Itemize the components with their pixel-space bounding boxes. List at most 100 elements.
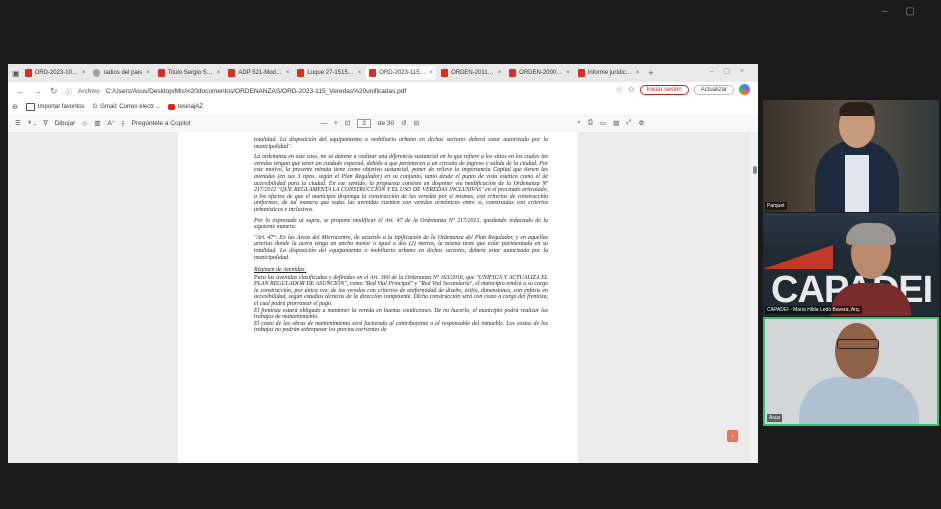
hair — [846, 223, 896, 245]
erase-icon[interactable]: ◇ — [82, 119, 87, 127]
person-body — [799, 377, 919, 424]
copilot-button[interactable]: Pregúntele a Copilot — [132, 120, 191, 127]
close-icon[interactable]: × — [286, 70, 290, 76]
video-tile[interactable]: Parquet — [763, 100, 939, 212]
save-as-icon[interactable]: ▨ — [613, 119, 619, 127]
close-icon[interactable]: × — [430, 70, 434, 76]
close-icon[interactable]: × — [217, 70, 221, 76]
draw-button[interactable]: Dibujar — [55, 120, 76, 127]
pdf-icon — [369, 69, 377, 77]
browser-window-controls[interactable]: –▢× — [709, 67, 754, 75]
page-number-input[interactable]: 3 — [357, 118, 371, 128]
tab-label: ORD-2023-115… — [379, 70, 426, 76]
zoom-in-icon[interactable]: + — [334, 120, 338, 127]
fit-page-icon[interactable]: ⊡ — [345, 119, 350, 127]
close-icon[interactable]: × — [566, 70, 570, 76]
window-controls[interactable]: –▢ — [882, 6, 933, 17]
google-icon: G — [92, 104, 98, 110]
favorite-item[interactable]: tesinajAZ — [167, 104, 203, 110]
gear-icon[interactable]: ⚙ — [638, 119, 644, 127]
favorites-bar: ⊖ Importar favoritos G Gmail: Correo elec… — [8, 100, 758, 115]
glasses-icon — [837, 339, 879, 349]
browser-window: ▣ ORD-2023-10… × radios del pais × Titulo … — [8, 64, 758, 463]
tab-actions-icon[interactable]: ▣ — [12, 69, 20, 78]
tab[interactable]: Titulo Sergio S… × — [155, 66, 224, 80]
scroll-thumb[interactable] — [753, 166, 757, 174]
pdf-icon — [24, 69, 32, 77]
participant-name: Asus — [767, 414, 783, 422]
paragraph: totalidad. La disposición del equipamien… — [254, 137, 548, 150]
save-icon[interactable]: ▭ — [600, 119, 606, 127]
favorite-item[interactable]: G Gmail: Correo electr… — [93, 104, 160, 110]
page-text: totalidad. La disposición del equipamien… — [178, 132, 578, 334]
copilot-icon[interactable] — [739, 84, 750, 95]
favorite-label: tesinajAZ — [177, 104, 203, 110]
tab[interactable]: ORD-2023-10… × — [22, 66, 89, 80]
draw-icon[interactable]: ∇ — [43, 119, 47, 127]
close-icon[interactable]: × — [146, 70, 150, 76]
page-view-icon[interactable]: ⊟ — [414, 119, 419, 127]
participant-name: CAPADEI - María Hilda Ledó Bavera, Arq. — [765, 306, 863, 314]
url-text: C:/Users/Asus/Desktop/Mis%20documentos/O… — [105, 87, 407, 95]
paragraph: La ordenanza en este caso, no se detiene… — [254, 154, 548, 213]
reload-icon[interactable]: ↻ — [50, 86, 58, 97]
back-icon[interactable]: ← — [16, 86, 25, 96]
close-icon[interactable]: × — [358, 70, 362, 76]
vertical-scrollbar[interactable] — [750, 132, 758, 463]
close-icon[interactable]: × — [82, 70, 86, 76]
url-field[interactable]: ⓘ Archivo C:/Users/Asus/Desktop/Mis%20do… — [66, 85, 546, 98]
tab[interactable]: radios del pais × — [90, 66, 152, 80]
pdf-icon — [509, 69, 517, 77]
video-tile[interactable]: CAPADEI CAPADEI - María Hilda Ledó Baver… — [763, 213, 939, 316]
participant-name: Parquet — [765, 202, 787, 210]
favorite-label: Importar favoritos — [37, 104, 85, 110]
close-icon[interactable]: × — [636, 70, 640, 76]
favorites-icon[interactable]: ✩ — [628, 85, 635, 94]
tab[interactable]: ORDEN-2000… × — [506, 66, 573, 80]
pdf-badge-icon[interactable]: ⌂ — [727, 430, 738, 442]
favorite-label: Gmail: Correo electr… — [100, 104, 160, 110]
sign-in-button[interactable]: Iniciar sesión — [639, 84, 689, 95]
text-box-icon[interactable]: ▥ — [94, 119, 100, 127]
tab-label: ORD-2023-10… — [34, 70, 78, 76]
rotate-icon[interactable]: ↺ — [401, 119, 406, 127]
pdf-toolbar: ☰ ⩛ ⌄ ∇ Dibujar ◇ ▥ Aᐩ ﾃ Pregúntele a Co… — [8, 114, 758, 133]
fullscreen-icon[interactable]: ⤢ — [626, 119, 631, 127]
tab[interactable]: ADP 521-Mod… × — [225, 66, 292, 80]
pdf-page: totalidad. La disposición del equipamien… — [178, 132, 578, 463]
zoom-out-icon[interactable]: — — [321, 120, 328, 127]
folder-icon — [25, 103, 35, 111]
close-icon[interactable]: × — [498, 70, 502, 76]
tab[interactable]: ORDEN-2011… × — [438, 66, 504, 80]
highlight-icon[interactable]: ⩛ ⌄ — [28, 119, 37, 127]
video-tile-active-speaker[interactable]: Asus — [763, 317, 939, 426]
youtube-icon — [167, 104, 175, 110]
browser-actions: ☆ ✩ Iniciar sesión Actualizar — [616, 84, 750, 95]
new-tab-button[interactable]: + — [648, 68, 653, 78]
url-scheme-label: Archivo — [78, 87, 100, 95]
tab[interactable]: Informe jurídic… × — [575, 66, 643, 80]
web-icon — [93, 69, 101, 77]
search-icon[interactable]: ⌕ — [577, 119, 581, 127]
paragraph: "Art. 47º: En las Áreas del Microcentro,… — [254, 234, 548, 261]
pdf-icon — [441, 69, 449, 77]
update-button[interactable]: Actualizar — [693, 84, 734, 95]
tab-label: ORDEN-2011… — [451, 70, 494, 76]
tab-label: Informe jurídic… — [587, 70, 632, 76]
tab[interactable]: Luque 27-1515… × — [294, 66, 364, 80]
info-icon: ⓘ — [65, 89, 73, 96]
star-icon[interactable]: ☆ — [616, 85, 623, 94]
sidebar-toggle-icon[interactable]: ⊖ — [12, 103, 18, 111]
print-icon[interactable]: ⎙ — [588, 119, 593, 127]
read-aloud-icon[interactable]: Aᐩ — [107, 119, 114, 127]
contents-icon[interactable]: ☰ — [15, 119, 21, 127]
paragraph: Para las avenidas clasificadas y definid… — [254, 274, 548, 308]
paragraph: El frentista estará obligado a mantener … — [254, 307, 548, 321]
favorite-item[interactable]: Importar favoritos — [25, 103, 85, 111]
section-heading: Régimen de Avenidas: — [254, 267, 307, 274]
tab-active[interactable]: ORD-2023-115… × — [366, 66, 437, 80]
background-roof-red — [763, 245, 833, 269]
translate-icon[interactable]: ﾃ — [121, 118, 124, 128]
pdf-viewer[interactable]: totalidad. La disposición del equipamien… — [8, 132, 758, 463]
forward-icon[interactable]: → — [33, 86, 42, 96]
